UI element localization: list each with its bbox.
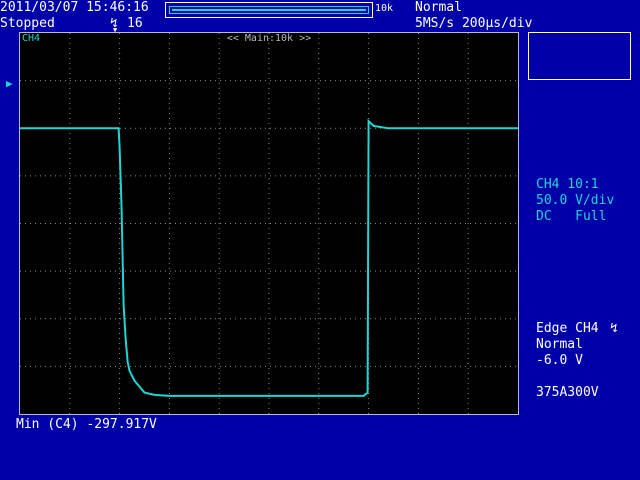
trigger-type-readout: Edge CH4 xyxy=(536,321,599,336)
waveform-display[interactable]: CH4 << Main:10k >> xyxy=(19,32,519,415)
trigger-mode-label: Normal xyxy=(536,337,583,352)
trigger-slope-icon: ↯ xyxy=(610,321,618,336)
info-code: 375A300V xyxy=(536,385,599,400)
zoom-window-label: << Main:10k >> xyxy=(226,33,312,44)
trigger-count: 16 xyxy=(127,16,143,31)
channel-coupling-readout: DC Full xyxy=(536,209,607,224)
ground-marker-icon: ▶ xyxy=(6,77,13,90)
record-position-bar[interactable] xyxy=(165,2,373,18)
channel-probe-readout: CH4 10:1 xyxy=(536,177,599,192)
timebase-readout: 5MS/s 200µs/div xyxy=(415,16,533,31)
channel-scale-readout: 50.0 V/div xyxy=(536,193,615,208)
trigger-level-readout: -6.0 V xyxy=(536,353,583,368)
graticule xyxy=(20,33,518,414)
trigger-mode-readout: Normal xyxy=(415,0,462,15)
side-menu-box[interactable] xyxy=(528,32,631,80)
acquisition-status: Stopped xyxy=(0,16,55,31)
measurement-readout: Min (C4) -297.917V xyxy=(16,417,157,432)
record-length: 10k xyxy=(375,3,394,14)
datetime-readout: 2011/03/07 15:46:16 xyxy=(0,0,149,15)
waveform-plot xyxy=(20,33,518,414)
